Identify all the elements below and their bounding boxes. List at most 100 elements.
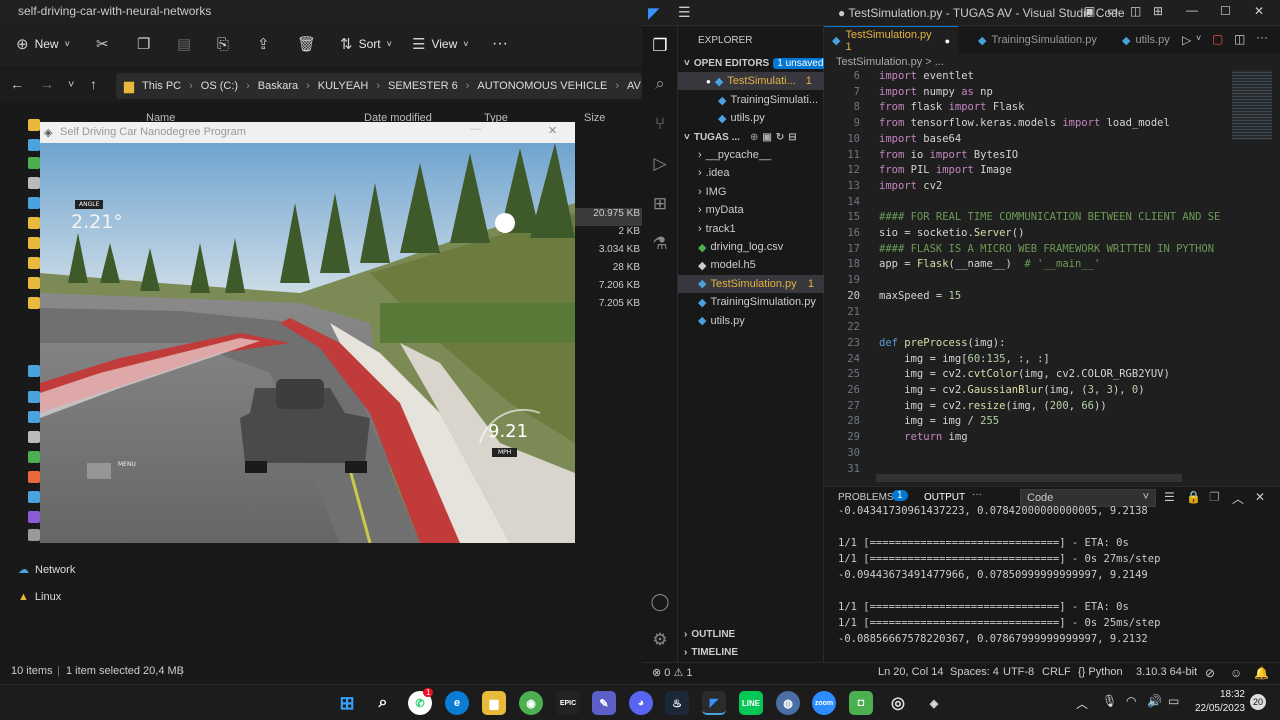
- crumb-baskara[interactable]: Baskara: [258, 80, 298, 92]
- tree-item[interactable]: › __pycache__: [678, 146, 824, 164]
- code-line[interactable]: img = cv2.GaussianBlur(img, (3, 3), 0): [879, 384, 1144, 396]
- split-icon[interactable]: ◫: [1130, 4, 1141, 18]
- documents-icon[interactable]: [28, 177, 40, 189]
- code-line[interactable]: #### FOR REAL TIME COMMUNICATION BETWEEN…: [879, 211, 1220, 223]
- crumb-kulyeah[interactable]: KULYEAH: [318, 80, 369, 92]
- folder-icon[interactable]: [28, 297, 40, 309]
- tray-chevron-icon[interactable]: ︿: [1076, 695, 1088, 712]
- maximize-panel-icon[interactable]: ︿: [1232, 490, 1244, 507]
- cut-button[interactable]: ✂: [96, 34, 109, 54]
- tree-item[interactable]: ◆ utils.py: [678, 312, 824, 330]
- battery-icon[interactable]: ▭: [1168, 694, 1179, 708]
- code-line[interactable]: img = cv2.resize(img, (200, 66)): [879, 400, 1106, 412]
- up-arrow-icon[interactable]: ↑: [90, 76, 97, 92]
- timeline-section[interactable]: › TIMELINE: [684, 643, 738, 661]
- drive-icon[interactable]: [28, 529, 40, 541]
- paste-button[interactable]: ▤: [177, 34, 191, 54]
- line-icon[interactable]: LINE: [739, 691, 763, 715]
- address-bar[interactable]: ▆ This PC › OS (C:) › Baskara › KULYEAH › SE…: [116, 73, 642, 99]
- copilot-icon[interactable]: ⊘: [1205, 666, 1215, 680]
- crumb-os-c[interactable]: OS (C:): [201, 80, 238, 92]
- code-line[interactable]: from flask import Flask: [879, 101, 1024, 113]
- code-line[interactable]: img = img / 255: [879, 415, 999, 427]
- code-line[interactable]: sio = socketio.Server(): [879, 227, 1024, 239]
- col-size[interactable]: Size: [584, 112, 605, 124]
- recent-chevron-icon[interactable]: ˅: [68, 79, 74, 91]
- python-version[interactable]: 3.10.3 64-bit: [1136, 666, 1197, 678]
- start-icon[interactable]: ⊞: [335, 691, 359, 715]
- chevron-down-icon[interactable]: ˅: [1196, 33, 1201, 43]
- code-line[interactable]: maxSpeed = 15: [879, 290, 961, 302]
- obs-icon[interactable]: ◎: [886, 691, 910, 715]
- delete-button[interactable]: 🗑: [297, 34, 316, 54]
- minimize-icon[interactable]: —: [470, 123, 481, 135]
- tree-item[interactable]: ◆ model.h5: [678, 256, 824, 274]
- code-line[interactable]: import numpy as np: [879, 86, 993, 98]
- panel-toggle-icon[interactable]: ▭: [1107, 4, 1118, 18]
- encoding[interactable]: UTF-8: [1003, 666, 1034, 678]
- pictures-icon[interactable]: [28, 197, 40, 209]
- indentation[interactable]: Spaces: 4: [950, 666, 999, 678]
- new-file-icon[interactable]: ⊕: [750, 132, 758, 143]
- clock[interactable]: 18:32 22/05/2023: [1193, 688, 1245, 716]
- code-line[interactable]: #### FLASK IS A MICRO WEB FRAMEWORK WRIT…: [879, 243, 1214, 255]
- code-line[interactable]: def preProcess(img):: [879, 337, 1005, 349]
- new-button[interactable]: ⊕ New ˅: [16, 34, 70, 54]
- menu-hamburger-icon[interactable]: ☰: [678, 4, 691, 21]
- tree-item[interactable]: › IMG: [678, 183, 824, 201]
- code-line[interactable]: from tensorflow.keras.models import load…: [879, 117, 1170, 129]
- back-arrow-icon[interactable]: ←: [10, 76, 24, 92]
- code-line[interactable]: import base64: [879, 133, 961, 145]
- code-line[interactable]: import cv2: [879, 180, 942, 192]
- unity-taskbar-icon[interactable]: ◈: [922, 691, 946, 715]
- account-icon[interactable]: ◯: [650, 592, 670, 612]
- horizontal-scrollbar[interactable]: [876, 474, 1182, 482]
- folder-icon[interactable]: [28, 217, 40, 229]
- layout-icon[interactable]: ▣: [1084, 4, 1095, 18]
- documents-icon[interactable]: [28, 431, 40, 443]
- collapse-all-icon[interactable]: ⊟: [788, 132, 796, 143]
- search-icon[interactable]: ⌕: [650, 74, 670, 94]
- folder-icon[interactable]: [28, 237, 40, 249]
- output-log[interactable]: -0.04341730961437223, 0.0784200000000000…: [838, 505, 1160, 649]
- epic-games-icon[interactable]: EPIC: [556, 691, 580, 715]
- edge-icon[interactable]: e: [445, 691, 469, 715]
- maximize-icon[interactable]: ☐: [1220, 4, 1231, 18]
- crumb-autonomous-vehicle[interactable]: AUTONOMOUS VEHICLE: [477, 80, 607, 92]
- line-ending[interactable]: CRLF: [1042, 666, 1071, 678]
- tree-item[interactable]: ◆ TrainingSimulation.py: [678, 293, 824, 311]
- notification-badge[interactable]: 20: [1250, 694, 1266, 710]
- tree-item[interactable]: ◆ TestSimulation.py 1: [678, 274, 824, 293]
- lock-icon[interactable]: 🔒: [1186, 490, 1201, 504]
- sort-button[interactable]: ⇅ Sort ˅: [340, 34, 392, 54]
- minimize-icon[interactable]: —: [1186, 3, 1198, 17]
- code-line[interactable]: from PIL import Image: [879, 164, 1012, 176]
- mic-icon[interactable]: 🎙: [1102, 694, 1117, 708]
- menu-button[interactable]: MENU: [118, 461, 136, 468]
- simulator-titlebar[interactable]: ◈ Self Driving Car Nanodegree Program — …: [40, 122, 575, 143]
- tab-testsimulation[interactable]: ◆ TestSimulation.py 1 ●: [824, 26, 958, 54]
- new-folder-icon[interactable]: ▣: [762, 132, 771, 143]
- crumb-semester[interactable]: SEMESTER 6: [388, 80, 458, 92]
- open-editor-item[interactable]: ◆ TrainingSimulati...: [718, 91, 818, 109]
- pictures-icon[interactable]: [28, 491, 40, 503]
- source-control-icon[interactable]: ⑂: [650, 114, 670, 134]
- desktop-icon[interactable]: [28, 139, 40, 151]
- feedback-icon[interactable]: ☺: [1230, 666, 1242, 680]
- steam-icon[interactable]: ♨: [665, 691, 689, 715]
- problems-status[interactable]: ⊗ 0 ⚠ 1: [652, 666, 692, 679]
- star-icon[interactable]: [28, 119, 40, 131]
- stop-icon[interactable]: ▢: [1212, 32, 1223, 46]
- search-icon[interactable]: ⌕: [371, 691, 395, 715]
- android-icon[interactable]: ◘: [849, 691, 873, 715]
- outline-section[interactable]: › OUTLINE: [684, 625, 735, 643]
- simulator-window[interactable]: ◈ Self Driving Car Nanodegree Program — …: [40, 122, 575, 543]
- nav-item-network[interactable]: ☁ Network: [18, 556, 128, 583]
- minimap[interactable]: [1232, 70, 1272, 140]
- code-line[interactable]: import eventlet: [879, 70, 974, 82]
- discord-icon[interactable]: ◕: [629, 691, 653, 715]
- share-button[interactable]: ⇪: [257, 34, 270, 54]
- language-mode[interactable]: {} Python: [1078, 666, 1123, 678]
- folder-icon[interactable]: [28, 257, 40, 269]
- tab-output[interactable]: OUTPUT: [924, 492, 965, 503]
